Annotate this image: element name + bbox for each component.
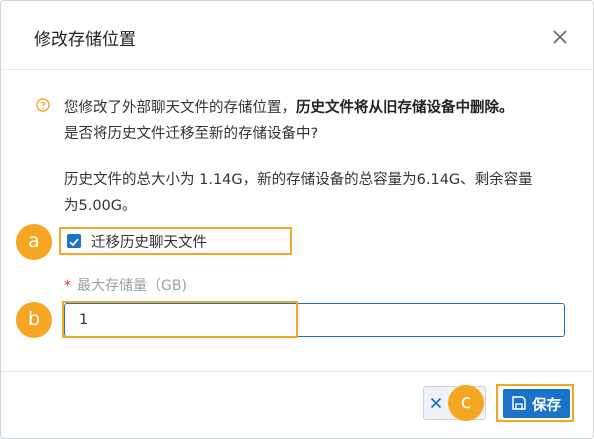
- check-icon: [69, 238, 79, 247]
- save-button[interactable]: 保存: [503, 389, 570, 418]
- callout-a: a: [16, 224, 52, 260]
- storage-location-dialog: 修改存储位置 您修改了外部聊天文件的存储位置，历史文件将从旧存储设备中删除。 是…: [0, 0, 594, 439]
- max-storage-label-text: 最大存储量（GB): [77, 278, 187, 294]
- callout-b: b: [16, 302, 52, 338]
- message-line-4: 为5.00G。: [64, 198, 137, 214]
- close-icon: [430, 397, 442, 409]
- callout-c: c: [448, 385, 484, 421]
- max-storage-label: * 最大存储量（GB): [64, 275, 187, 295]
- highlight-input: [62, 301, 298, 338]
- migrate-checkbox-label[interactable]: 迁移历史聊天文件: [91, 231, 207, 252]
- message-line-2: 是否将历史文件迁移至新的存储设备中?: [64, 126, 319, 142]
- save-icon: [512, 396, 526, 410]
- message-text: 您修改了外部聊天文件的存储位置，: [64, 100, 296, 116]
- dialog-title: 修改存储位置: [34, 30, 136, 50]
- dialog-header: 修改存储位置: [1, 1, 593, 70]
- migrate-checkbox[interactable]: [67, 234, 81, 248]
- required-mark: *: [64, 278, 71, 294]
- question-circle-icon: [36, 98, 50, 112]
- message-line-1: 您修改了外部聊天文件的存储位置，历史文件将从旧存储设备中删除。: [64, 96, 514, 117]
- message-line-3: 历史文件的总大小为 1.14G，新的存储设备的总容量为6.14G、剩余容量: [64, 172, 533, 188]
- close-icon: [553, 30, 567, 44]
- message-warning-text: 历史文件将从旧存储设备中删除。: [296, 100, 514, 116]
- save-button-label: 保存: [532, 398, 561, 414]
- close-button[interactable]: [550, 27, 570, 47]
